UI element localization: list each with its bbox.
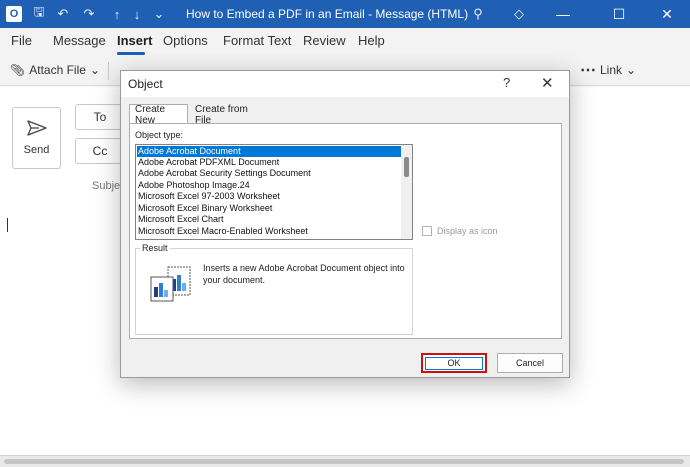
result-label: Result	[140, 243, 170, 253]
list-item[interactable]: Microsoft Excel 97-2003 Worksheet	[137, 191, 401, 202]
window-close-button[interactable]: ✕	[650, 0, 684, 28]
help-button[interactable]: ?	[503, 75, 510, 90]
diamond-icon[interactable]: ◇	[510, 5, 528, 23]
link-button[interactable]: Link ⌄	[600, 63, 636, 77]
down-arrow-icon[interactable]: ↓	[128, 5, 146, 23]
chevron-down-icon: ⌄	[626, 63, 637, 77]
chevron-down-icon: ⌄	[89, 63, 100, 77]
display-as-icon-checkbox[interactable]: Display as icon	[422, 226, 498, 236]
create-new-panel: Object type: Adobe Acrobat Document Adob…	[129, 123, 562, 339]
menu-options[interactable]: Options	[163, 33, 208, 48]
ok-button[interactable]: OK	[421, 353, 487, 373]
result-group: Result Inserts a new Adobe Acrobat Docum…	[135, 243, 413, 335]
display-as-icon-label: Display as icon	[437, 226, 498, 236]
dialog-close-button[interactable]: ✕	[541, 74, 554, 92]
to-button[interactable]: To	[75, 104, 125, 130]
list-item[interactable]: Adobe Photoshop Image.24	[137, 180, 401, 191]
result-description: Inserts a new Adobe Acrobat Document obj…	[203, 263, 405, 285]
tab-create-new[interactable]: Create New	[129, 104, 188, 126]
menu-help[interactable]: Help	[358, 33, 385, 48]
cc-button[interactable]: Cc	[75, 138, 125, 164]
menu-file[interactable]: File	[11, 33, 32, 48]
customize-quick-access-icon[interactable]: ⌄	[150, 5, 168, 23]
ribbon-divider	[108, 62, 109, 80]
menu-format-text[interactable]: Format Text	[223, 33, 291, 48]
horizontal-scrollbar[interactable]	[0, 455, 690, 467]
paperclip-icon: 📎︎	[10, 63, 26, 77]
checkbox-box[interactable]	[422, 226, 432, 236]
list-item[interactable]: Adobe Acrobat PDFXML Document	[137, 157, 401, 168]
window-titlebar: O 🖫 ↶ ↷ ↑ ↓ ⌄ How to Embed a PDF in an E…	[0, 0, 690, 28]
embed-object-icon	[150, 266, 191, 302]
object-dialog: Object ? ✕ Create New Create from File O…	[120, 70, 570, 378]
maximize-button[interactable]: ☐	[602, 0, 636, 28]
menu-review[interactable]: Review	[303, 33, 346, 48]
dialog-title: Object	[128, 77, 163, 91]
up-arrow-icon[interactable]: ↑	[108, 5, 126, 23]
object-type-list[interactable]: Adobe Acrobat Document Adobe Acrobat PDF…	[135, 144, 413, 240]
outlook-logo-icon: O	[6, 6, 22, 22]
menu-insert[interactable]: Insert	[117, 33, 152, 48]
ok-button-label: OK	[425, 356, 483, 370]
tab-create-from-file[interactable]: Create from File	[190, 104, 266, 126]
text-cursor	[7, 218, 8, 232]
list-scrollbar-thumb[interactable]	[404, 157, 409, 177]
scrollbar-thumb[interactable]	[4, 459, 684, 464]
list-item[interactable]: Microsoft Excel Chart	[137, 214, 401, 225]
menu-bar: File Message Insert Options Format Text …	[0, 28, 690, 54]
minimize-button[interactable]: —	[546, 0, 580, 28]
active-tab-indicator	[117, 52, 145, 55]
list-scrollbar[interactable]	[401, 145, 412, 239]
list-item[interactable]: Microsoft Excel Binary Worksheet	[137, 203, 401, 214]
list-item[interactable]: Adobe Acrobat Security Settings Document	[137, 168, 401, 179]
send-icon	[26, 120, 47, 136]
more-options-icon[interactable]: ⋯	[580, 60, 596, 80]
send-button[interactable]: Send	[12, 107, 61, 169]
list-item[interactable]: Adobe Acrobat Document	[137, 146, 401, 157]
menu-message[interactable]: Message	[53, 33, 106, 48]
cancel-button[interactable]: Cancel	[497, 353, 563, 373]
list-item[interactable]: Microsoft Excel Macro-Enabled Worksheet	[137, 226, 401, 237]
search-icon[interactable]: ⚲	[469, 5, 487, 23]
window-title: How to Embed a PDF in an Email - Message…	[186, 7, 469, 21]
dialog-titlebar: Object ? ✕	[121, 71, 569, 97]
object-type-label: Object type:	[135, 130, 184, 140]
redo-icon[interactable]: ↷	[80, 5, 98, 23]
save-icon[interactable]: 🖫	[30, 4, 48, 23]
undo-icon[interactable]: ↶	[54, 5, 72, 23]
attach-file-button[interactable]: 📎︎ Attach File ⌄	[10, 63, 100, 77]
